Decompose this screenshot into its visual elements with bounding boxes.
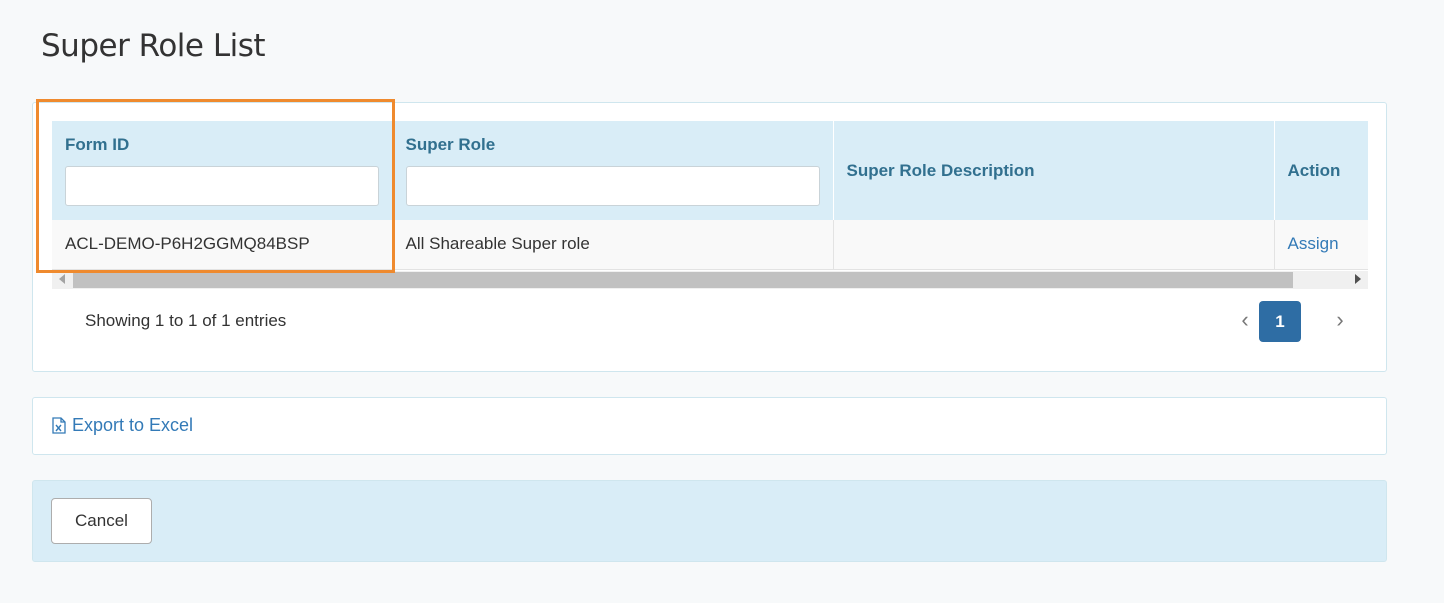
pagination-previous-button[interactable]: ‹	[1238, 309, 1252, 333]
export-panel: Export to Excel	[32, 397, 1387, 455]
column-header-label: Super Role Description	[846, 160, 1035, 180]
cancel-button[interactable]: Cancel	[51, 498, 152, 544]
column-header-super-role-description[interactable]: Super Role Description	[833, 121, 1275, 220]
column-header-label: Action	[1287, 160, 1341, 180]
table-row: ACL-DEMO-P6H2GGMQ84BSP All Shareable Sup…	[52, 220, 1368, 270]
pagination-page-1[interactable]: 1	[1259, 301, 1301, 342]
table-scroll-area: Form ID Super Role Super Role Descriptio…	[52, 121, 1368, 291]
cell-form-id: ACL-DEMO-P6H2GGMQ84BSP	[52, 220, 393, 270]
page-title: Super Role List	[41, 28, 266, 64]
export-to-excel-link[interactable]: Export to Excel	[52, 415, 193, 436]
pagination-next-button[interactable]: ›	[1333, 309, 1347, 333]
file-excel-icon	[52, 417, 66, 434]
column-header-label: Form ID	[65, 135, 130, 154]
scroll-left-arrow-icon[interactable]	[59, 274, 65, 284]
assign-link[interactable]: Assign	[1288, 234, 1339, 253]
column-header-super-role: Super Role	[392, 121, 834, 220]
export-label: Export to Excel	[72, 415, 194, 435]
table-header-row: Form ID Super Role Super Role Descriptio…	[52, 121, 1368, 220]
cell-action: Assign	[1274, 220, 1368, 270]
column-header-form-id: Form ID	[52, 121, 393, 220]
super-role-table-panel: Form ID Super Role Super Role Descriptio…	[32, 102, 1387, 372]
scroll-right-arrow-icon[interactable]	[1355, 274, 1361, 284]
column-header-action[interactable]: Action	[1274, 121, 1368, 220]
super-role-table: Form ID Super Role Super Role Descriptio…	[52, 121, 1368, 270]
cell-super-role-description	[833, 220, 1275, 270]
form-id-filter-input[interactable]	[65, 166, 379, 206]
cell-super-role: All Shareable Super role	[392, 220, 834, 270]
column-header-label: Super Role	[405, 135, 496, 154]
horizontal-scrollbar[interactable]	[52, 271, 1368, 289]
super-role-filter-input[interactable]	[405, 166, 820, 206]
scrollbar-thumb[interactable]	[73, 272, 1293, 288]
footer-action-panel: Cancel	[32, 480, 1387, 562]
entries-info: Showing 1 to 1 of 1 entries	[85, 311, 287, 330]
